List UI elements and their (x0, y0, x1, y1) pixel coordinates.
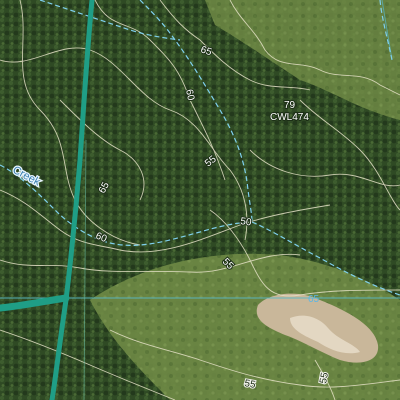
parcel-code-label: CWL474 (270, 112, 309, 123)
contour-label-50: 50 (240, 216, 253, 229)
contour-label-65-blue: 65 (308, 294, 320, 305)
map-canvas[interactable]: 65 60 79 CWL474 55 Creek 65 50 60 55 65 … (0, 0, 400, 400)
parcel-number-label: 79 (284, 100, 296, 111)
map-view[interactable]: 65 60 79 CWL474 55 Creek 65 50 60 55 65 … (0, 0, 400, 400)
